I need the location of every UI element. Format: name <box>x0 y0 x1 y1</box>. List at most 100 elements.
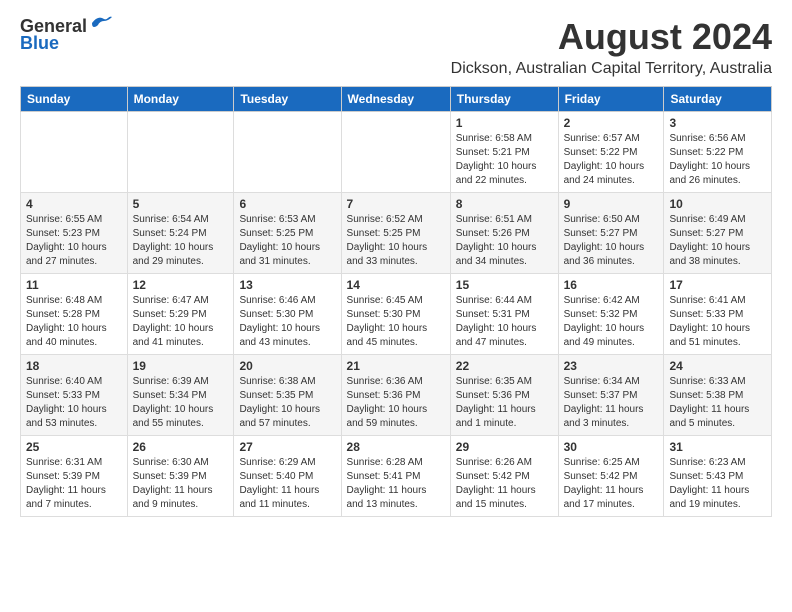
day-number: 21 <box>347 359 445 373</box>
calendar-cell: 29 Sunrise: 6:26 AM Sunset: 5:42 PM Dayli… <box>450 436 558 517</box>
day-number: 7 <box>347 197 445 211</box>
page-title: August 2024 <box>451 16 772 58</box>
calendar-week-row: 25 Sunrise: 6:31 AM Sunset: 5:39 PM Dayli… <box>21 436 772 517</box>
calendar-cell: 17 Sunrise: 6:41 AM Sunset: 5:33 PM Dayli… <box>664 274 772 355</box>
day-info: Sunrise: 6:53 AM Sunset: 5:25 PM Dayligh… <box>239 213 335 269</box>
calendar-cell: 30 Sunrise: 6:25 AM Sunset: 5:42 PM Dayli… <box>558 436 664 517</box>
day-info: Sunrise: 6:57 AM Sunset: 5:22 PM Dayligh… <box>564 132 659 188</box>
calendar-cell <box>127 112 234 193</box>
calendar-header-sunday: Sunday <box>21 87 128 112</box>
calendar-header-tuesday: Tuesday <box>234 87 341 112</box>
day-number: 30 <box>564 440 659 454</box>
day-number: 27 <box>239 440 335 454</box>
day-number: 28 <box>347 440 445 454</box>
day-info: Sunrise: 6:25 AM Sunset: 5:42 PM Dayligh… <box>564 456 659 512</box>
day-info: Sunrise: 6:41 AM Sunset: 5:33 PM Dayligh… <box>669 294 766 350</box>
day-info: Sunrise: 6:28 AM Sunset: 5:41 PM Dayligh… <box>347 456 445 512</box>
calendar-header-row: SundayMondayTuesdayWednesdayThursdayFrid… <box>21 87 772 112</box>
calendar-cell: 15 Sunrise: 6:44 AM Sunset: 5:31 PM Dayli… <box>450 274 558 355</box>
calendar-cell: 7Sunrise: 6:52 AM Sunset: 5:25 PM Daylig… <box>341 193 450 274</box>
calendar-cell: 14 Sunrise: 6:45 AM Sunset: 5:30 PM Dayli… <box>341 274 450 355</box>
calendar-cell: 18 Sunrise: 6:40 AM Sunset: 5:33 PM Dayli… <box>21 355 128 436</box>
day-info: Sunrise: 6:23 AM Sunset: 5:43 PM Dayligh… <box>669 456 766 512</box>
day-info: Sunrise: 6:44 AM Sunset: 5:31 PM Dayligh… <box>456 294 553 350</box>
day-number: 6 <box>239 197 335 211</box>
calendar-cell: 26 Sunrise: 6:30 AM Sunset: 5:39 PM Dayli… <box>127 436 234 517</box>
calendar-table: SundayMondayTuesdayWednesdayThursdayFrid… <box>20 86 772 517</box>
day-number: 16 <box>564 278 659 292</box>
day-info: Sunrise: 6:46 AM Sunset: 5:30 PM Dayligh… <box>239 294 335 350</box>
day-info: Sunrise: 6:30 AM Sunset: 5:39 PM Dayligh… <box>133 456 229 512</box>
day-number: 25 <box>26 440 122 454</box>
calendar-cell: 5 Sunrise: 6:54 AM Sunset: 5:24 PM Daylig… <box>127 193 234 274</box>
calendar-cell: 28 Sunrise: 6:28 AM Sunset: 5:41 PM Dayli… <box>341 436 450 517</box>
calendar-cell: 20 Sunrise: 6:38 AM Sunset: 5:35 PM Dayli… <box>234 355 341 436</box>
day-number: 29 <box>456 440 553 454</box>
day-number: 11 <box>26 278 122 292</box>
calendar-header-wednesday: Wednesday <box>341 87 450 112</box>
bird-icon <box>90 15 112 31</box>
day-number: 13 <box>239 278 335 292</box>
calendar-cell: 21 Sunrise: 6:36 AM Sunset: 5:36 PM Dayli… <box>341 355 450 436</box>
day-number: 31 <box>669 440 766 454</box>
day-info: Sunrise: 6:58 AM Sunset: 5:21 PM Dayligh… <box>456 132 553 188</box>
day-info: Sunrise: 6:45 AM Sunset: 5:30 PM Dayligh… <box>347 294 445 350</box>
calendar-cell: 16 Sunrise: 6:42 AM Sunset: 5:32 PM Dayli… <box>558 274 664 355</box>
calendar-cell: 31 Sunrise: 6:23 AM Sunset: 5:43 PM Dayli… <box>664 436 772 517</box>
day-info: Sunrise: 6:35 AM Sunset: 5:36 PM Dayligh… <box>456 375 553 431</box>
calendar-cell <box>234 112 341 193</box>
day-info: Sunrise: 6:31 AM Sunset: 5:39 PM Dayligh… <box>26 456 122 512</box>
day-number: 20 <box>239 359 335 373</box>
calendar-week-row: 4 Sunrise: 6:55 AM Sunset: 5:23 PM Daylig… <box>21 193 772 274</box>
calendar-header-saturday: Saturday <box>664 87 772 112</box>
day-number: 19 <box>133 359 229 373</box>
day-info: Sunrise: 6:33 AM Sunset: 5:38 PM Dayligh… <box>669 375 766 431</box>
day-info: Sunrise: 6:49 AM Sunset: 5:27 PM Dayligh… <box>669 213 766 269</box>
day-number: 18 <box>26 359 122 373</box>
day-number: 4 <box>26 197 122 211</box>
calendar-cell: 23 Sunrise: 6:34 AM Sunset: 5:37 PM Dayli… <box>558 355 664 436</box>
logo: General Blue <box>20 16 112 54</box>
calendar-cell: 24Sunrise: 6:33 AM Sunset: 5:38 PM Dayli… <box>664 355 772 436</box>
calendar-cell: 25 Sunrise: 6:31 AM Sunset: 5:39 PM Dayli… <box>21 436 128 517</box>
calendar-header-thursday: Thursday <box>450 87 558 112</box>
day-info: Sunrise: 6:55 AM Sunset: 5:23 PM Dayligh… <box>26 213 122 269</box>
calendar-week-row: 1Sunrise: 6:58 AM Sunset: 5:21 PM Daylig… <box>21 112 772 193</box>
calendar-cell: 10 Sunrise: 6:49 AM Sunset: 5:27 PM Dayli… <box>664 193 772 274</box>
day-info: Sunrise: 6:34 AM Sunset: 5:37 PM Dayligh… <box>564 375 659 431</box>
day-info: Sunrise: 6:42 AM Sunset: 5:32 PM Dayligh… <box>564 294 659 350</box>
day-info: Sunrise: 6:47 AM Sunset: 5:29 PM Dayligh… <box>133 294 229 350</box>
calendar-cell: 11Sunrise: 6:48 AM Sunset: 5:28 PM Dayli… <box>21 274 128 355</box>
calendar-cell: 1Sunrise: 6:58 AM Sunset: 5:21 PM Daylig… <box>450 112 558 193</box>
day-info: Sunrise: 6:39 AM Sunset: 5:34 PM Dayligh… <box>133 375 229 431</box>
calendar-week-row: 11Sunrise: 6:48 AM Sunset: 5:28 PM Dayli… <box>21 274 772 355</box>
page-subtitle: Dickson, Australian Capital Territory, A… <box>451 60 772 78</box>
day-number: 12 <box>133 278 229 292</box>
calendar-cell: 9 Sunrise: 6:50 AM Sunset: 5:27 PM Daylig… <box>558 193 664 274</box>
calendar-cell: 8Sunrise: 6:51 AM Sunset: 5:26 PM Daylig… <box>450 193 558 274</box>
calendar-cell: 22 Sunrise: 6:35 AM Sunset: 5:36 PM Dayli… <box>450 355 558 436</box>
day-number: 15 <box>456 278 553 292</box>
day-info: Sunrise: 6:38 AM Sunset: 5:35 PM Dayligh… <box>239 375 335 431</box>
calendar-cell <box>21 112 128 193</box>
day-info: Sunrise: 6:50 AM Sunset: 5:27 PM Dayligh… <box>564 213 659 269</box>
day-number: 14 <box>347 278 445 292</box>
calendar-cell: 4 Sunrise: 6:55 AM Sunset: 5:23 PM Daylig… <box>21 193 128 274</box>
calendar-cell: 2Sunrise: 6:57 AM Sunset: 5:22 PM Daylig… <box>558 112 664 193</box>
calendar-header-monday: Monday <box>127 87 234 112</box>
title-area: August 2024 Dickson, Australian Capital … <box>451 16 772 78</box>
day-number: 9 <box>564 197 659 211</box>
day-info: Sunrise: 6:40 AM Sunset: 5:33 PM Dayligh… <box>26 375 122 431</box>
day-number: 22 <box>456 359 553 373</box>
day-info: Sunrise: 6:51 AM Sunset: 5:26 PM Dayligh… <box>456 213 553 269</box>
day-info: Sunrise: 6:54 AM Sunset: 5:24 PM Dayligh… <box>133 213 229 269</box>
day-number: 10 <box>669 197 766 211</box>
day-info: Sunrise: 6:26 AM Sunset: 5:42 PM Dayligh… <box>456 456 553 512</box>
header: General Blue August 2024 Dickson, Austra… <box>20 16 772 78</box>
day-number: 5 <box>133 197 229 211</box>
day-info: Sunrise: 6:36 AM Sunset: 5:36 PM Dayligh… <box>347 375 445 431</box>
day-number: 23 <box>564 359 659 373</box>
day-number: 26 <box>133 440 229 454</box>
day-number: 17 <box>669 278 766 292</box>
day-number: 3 <box>669 116 766 130</box>
